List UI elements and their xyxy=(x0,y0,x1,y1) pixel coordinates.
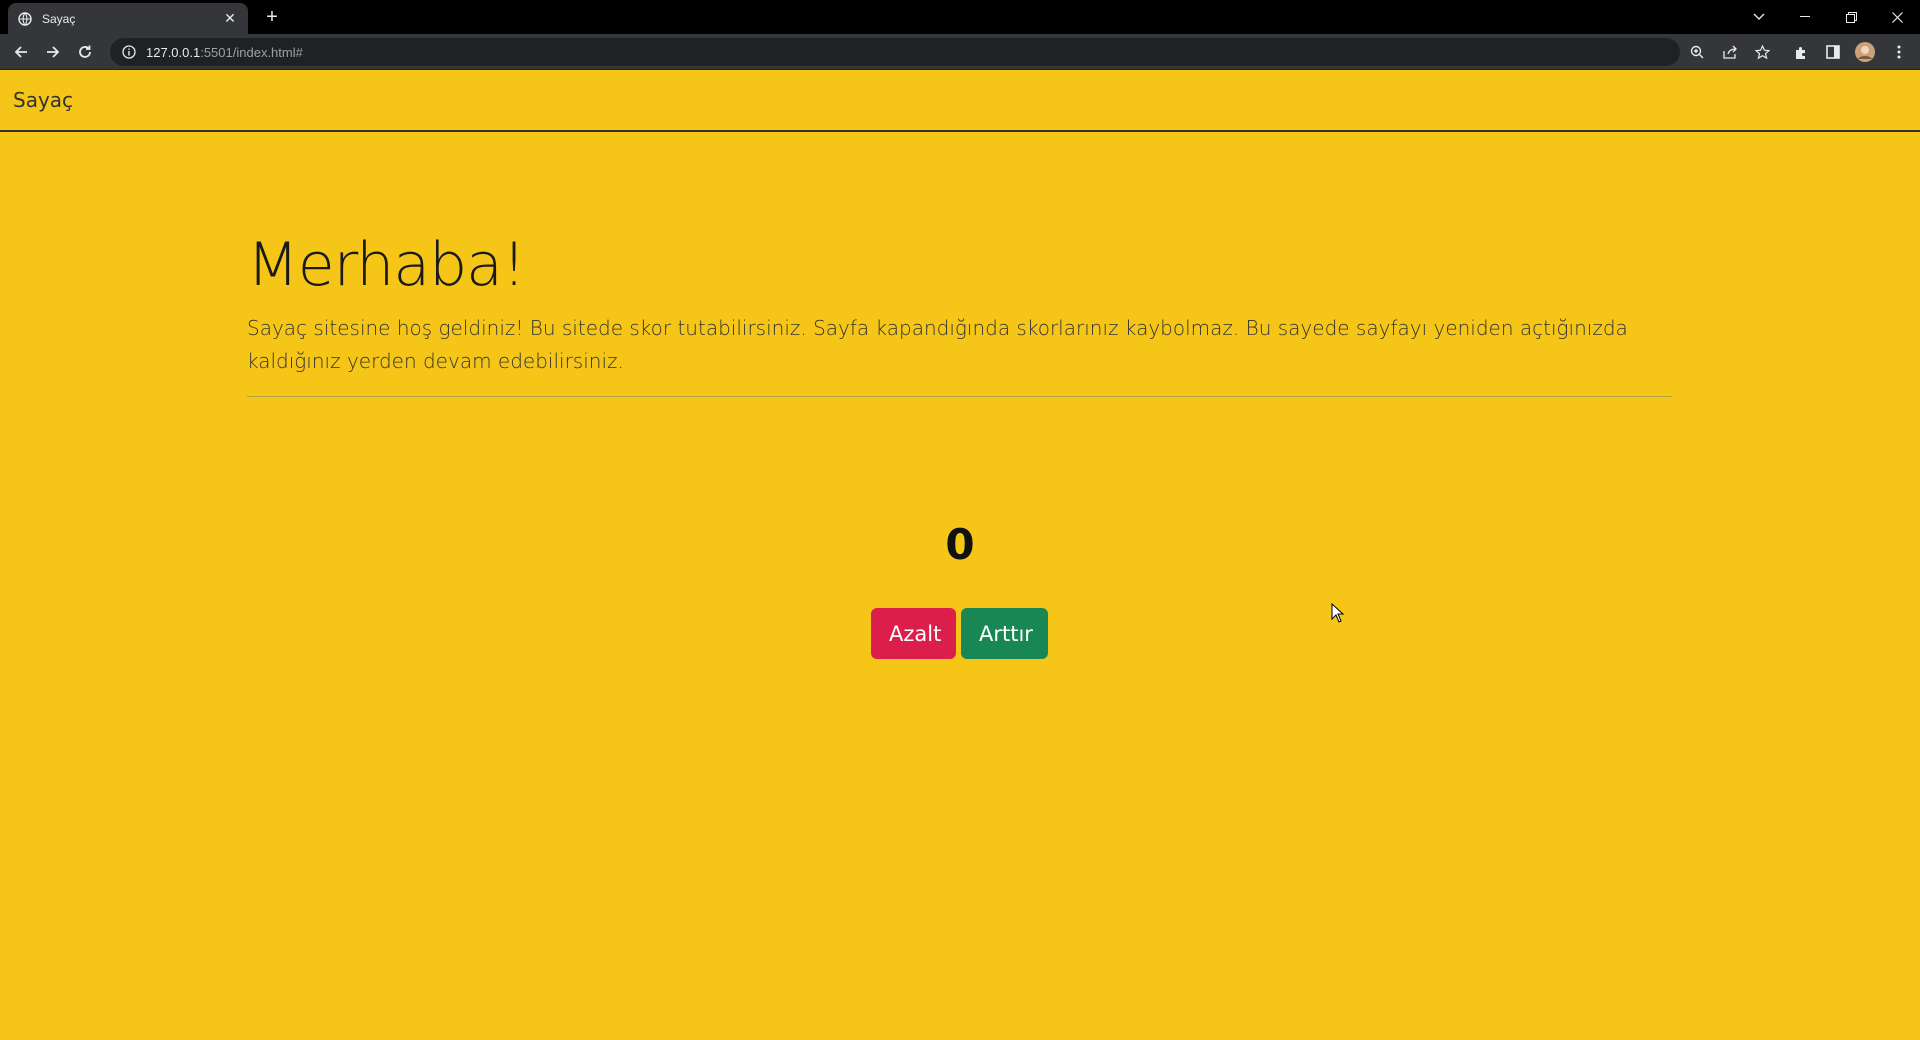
browser-tab[interactable]: Sayaç ✕ xyxy=(8,3,248,34)
tab-close-icon[interactable]: ✕ xyxy=(222,10,238,27)
url-text: 127.0.0.1:5501/index.html# xyxy=(146,45,303,60)
reload-icon[interactable] xyxy=(73,40,97,64)
zoom-icon[interactable] xyxy=(1685,40,1709,64)
decrease-button[interactable]: Azalt xyxy=(871,608,956,659)
forward-arrow-icon[interactable] xyxy=(41,40,65,64)
navbar-brand[interactable]: Sayaç xyxy=(13,88,73,112)
divider xyxy=(247,396,1672,397)
browser-toolbar: 127.0.0.1:5501/index.html# xyxy=(0,34,1920,70)
more-menu-icon[interactable] xyxy=(1887,40,1911,64)
browser-tabbar: Sayaç ✕ + xyxy=(0,0,1920,34)
counter-buttons: Azalt Arttır xyxy=(871,608,1048,659)
page-title: Merhaba! xyxy=(247,230,526,300)
globe-icon xyxy=(18,11,32,26)
tab-title: Sayaç xyxy=(42,11,76,26)
url-host: 127.0.0.1 xyxy=(146,44,201,60)
back-arrow-icon[interactable] xyxy=(9,40,33,64)
profile-avatar[interactable] xyxy=(1853,40,1877,64)
lead-text: Sayaç sitesine hoş geldiniz! Bu sitede s… xyxy=(247,316,1628,373)
jumbotron: Merhaba! Sayaç sitesine hoş geldiniz! Bu… xyxy=(247,230,1672,397)
close-window-button[interactable] xyxy=(1874,0,1920,34)
bookmark-star-icon[interactable] xyxy=(1750,40,1774,64)
address-bar[interactable]: 127.0.0.1:5501/index.html# xyxy=(110,38,1680,66)
minimize-button[interactable] xyxy=(1782,0,1828,34)
tab-search-icon[interactable] xyxy=(1736,0,1782,34)
navbar: Sayaç xyxy=(0,70,1920,132)
increase-button[interactable]: Arttır xyxy=(961,608,1048,659)
info-icon[interactable] xyxy=(122,45,136,59)
counter-value: 0 xyxy=(945,520,975,569)
new-tab-button[interactable]: + xyxy=(260,5,284,29)
side-panel-icon[interactable] xyxy=(1821,40,1845,64)
share-icon[interactable] xyxy=(1718,40,1742,64)
mouse-cursor-icon xyxy=(1331,602,1345,628)
extensions-puzzle-icon[interactable] xyxy=(1789,40,1813,64)
url-path: :5501/index.html# xyxy=(200,44,303,60)
restore-button[interactable] xyxy=(1828,0,1874,34)
